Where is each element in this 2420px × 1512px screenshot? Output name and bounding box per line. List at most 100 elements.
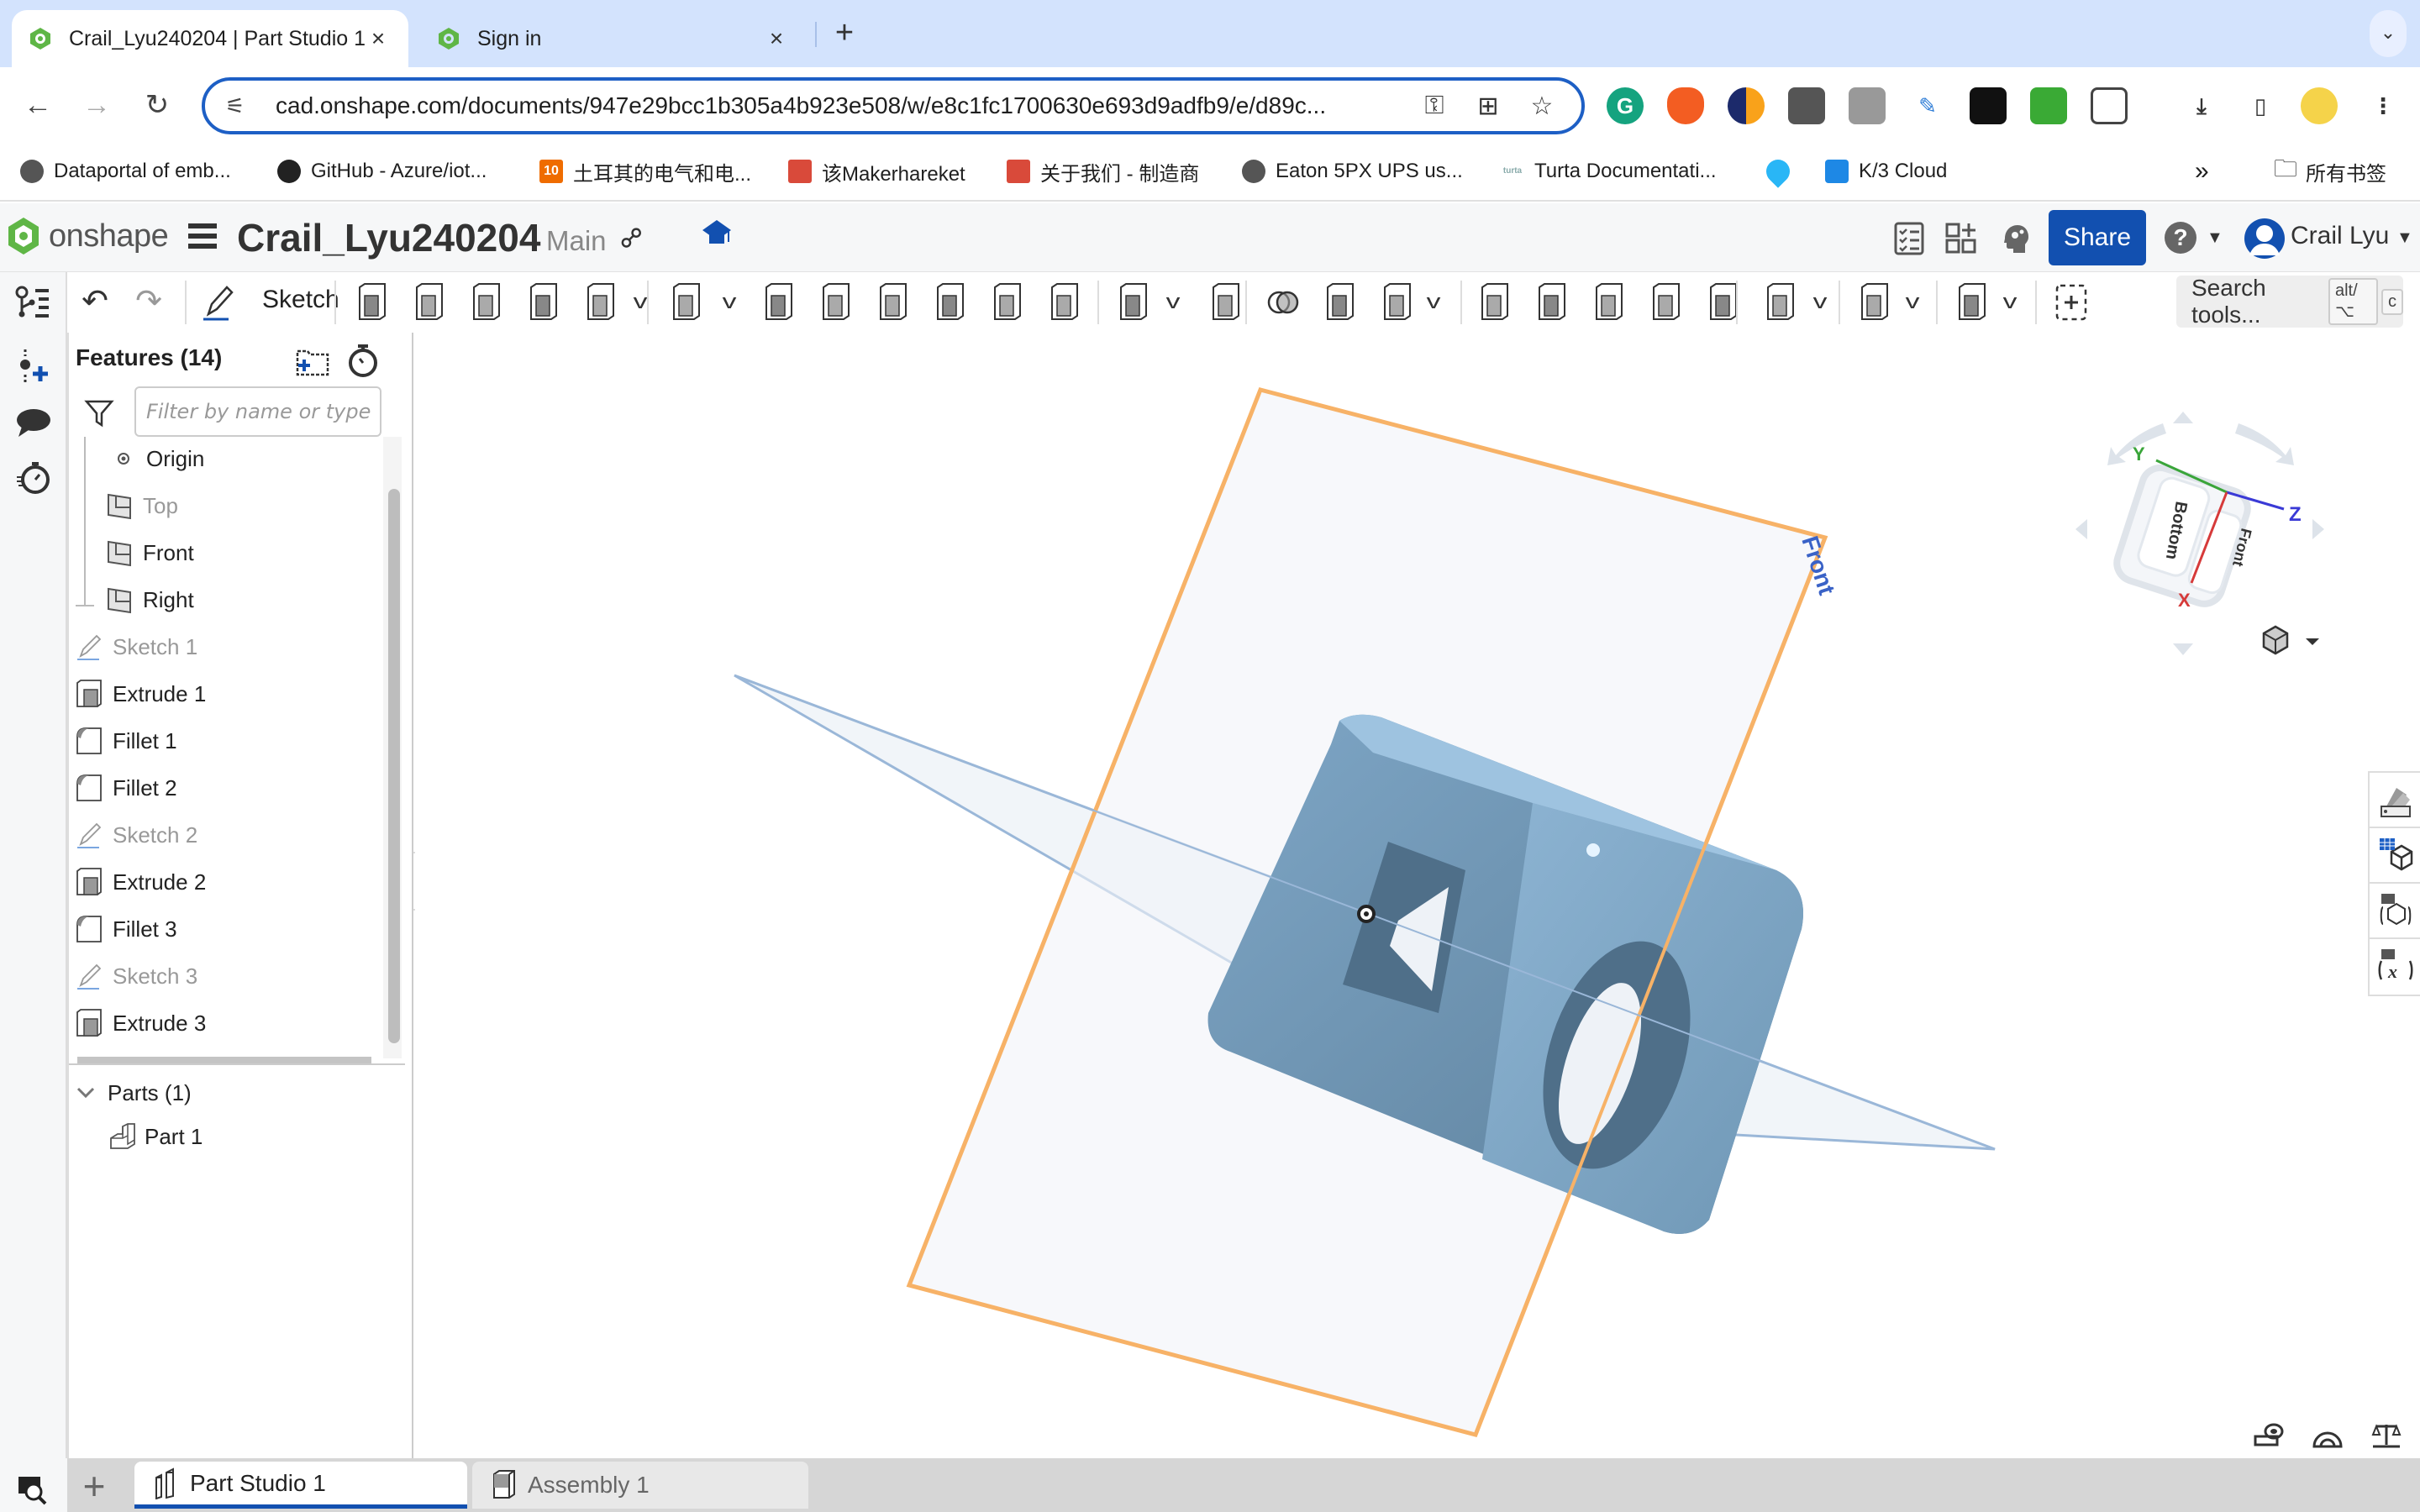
comments-icon[interactable] <box>15 405 52 442</box>
tool-dropdown-chevron-icon[interactable]: v <box>1427 291 1441 314</box>
rib-tool-icon[interactable] <box>874 282 913 323</box>
feature-filter-input[interactable] <box>134 386 381 437</box>
bookmark-star-icon[interactable]: ☆ <box>1523 92 1561 121</box>
bookmark-item[interactable]: Dataportal of emb... <box>20 155 231 188</box>
rotate-up-arrow-icon[interactable] <box>2173 412 2193 423</box>
tool-dropdown-chevron-icon[interactable]: v <box>1813 291 1828 314</box>
document-title[interactable]: Crail_Lyu240204 <box>237 215 540 260</box>
hole-tool-icon[interactable] <box>988 282 1027 323</box>
roll-cw-arrow-icon[interactable] <box>2235 423 2294 465</box>
address-bar[interactable]: ⚟ cad.onshape.com/documents/947e29bcc1b3… <box>202 77 1585 134</box>
chevron-down-icon[interactable] <box>76 1083 96 1103</box>
tool-dropdown-chevron-icon[interactable]: v <box>723 291 737 314</box>
shell-tool-icon[interactable] <box>931 282 970 323</box>
sheet-metal-tool-icon[interactable] <box>1953 282 1991 323</box>
feature-list-item[interactable]: Extrude 2 <box>76 860 206 904</box>
reload-icon[interactable]: ↻ <box>136 84 178 126</box>
undo-icon[interactable]: ↶ <box>76 282 114 323</box>
dark-reader-extension-icon[interactable] <box>1970 87 2007 124</box>
thread-tool-icon[interactable] <box>1045 282 1084 323</box>
add-tab-button[interactable]: + <box>77 1467 111 1505</box>
bookmark-item[interactable]: 该Makerhareket <box>788 155 965 188</box>
filter-funnel-icon[interactable] <box>84 398 114 428</box>
new-tab-button[interactable]: + <box>828 15 861 51</box>
workspace-branch[interactable]: Main <box>546 225 607 257</box>
add-folder-icon[interactable] <box>296 348 329 376</box>
protractor-icon[interactable] <box>2312 1421 2343 1450</box>
tab-part-studio-1[interactable]: Part Studio 1 <box>134 1462 467 1509</box>
variable-studio-icon[interactable] <box>2378 892 2413 927</box>
rotate-down-arrow-icon[interactable] <box>2173 643 2193 655</box>
translate-icon[interactable]: ⊞ <box>1469 92 1507 121</box>
help-dropdown-caret-icon[interactable]: ▼ <box>2207 228 2223 248</box>
onshape-logo[interactable]: onshape <box>7 217 169 255</box>
draft-tool-icon[interactable] <box>817 282 855 323</box>
document-extension-icon[interactable] <box>1849 87 1886 124</box>
feature-list-item[interactable]: Sketch 3 <box>76 954 197 998</box>
fox-extension-icon[interactable] <box>1667 87 1704 124</box>
bookmark-item[interactable] <box>1761 155 1800 188</box>
tool-dropdown-chevron-icon[interactable]: v <box>1166 291 1181 314</box>
move-face-tool-icon[interactable] <box>1647 282 1686 323</box>
sketch-button[interactable]: Sketch <box>262 286 339 314</box>
url-text[interactable]: cad.onshape.com/documents/947e29bcc1b305… <box>276 92 1400 119</box>
bookmark-item[interactable]: 关于我们 - 制造商 <box>1007 155 1199 188</box>
loft-tool-icon[interactable] <box>524 282 563 323</box>
user-avatar[interactable] <box>2244 215 2286 262</box>
tab-assembly-1[interactable]: Assembly 1 <box>472 1462 808 1509</box>
share-button[interactable]: Share <box>2049 210 2146 265</box>
mate-connector-offset-tool-icon[interactable] <box>1855 282 1894 323</box>
plane-tool-icon[interactable] <box>1761 282 1800 323</box>
ai-head-gear-icon[interactable] <box>1998 222 2032 255</box>
fillet-tool-icon[interactable] <box>667 282 706 323</box>
bookmark-item[interactable]: K/3 Cloud <box>1825 155 1947 188</box>
insert-mate-connector-icon[interactable] <box>15 348 52 385</box>
feature-list-item[interactable]: Fillet 3 <box>76 907 177 951</box>
bookmark-item[interactable]: Eaton 5PX UPS us... <box>1242 155 1463 188</box>
bookmark-item[interactable]: 10 土耳其的电气和电... <box>539 155 751 188</box>
document-menu-icon[interactable] <box>188 223 217 252</box>
feature-list-item[interactable]: Extrude 1 <box>76 672 206 716</box>
download-icon[interactable]: ⤓ <box>2183 87 2220 124</box>
chamfer-tool-icon[interactable] <box>760 282 798 323</box>
redo-icon[interactable]: ↷ <box>129 282 168 323</box>
profile-avatar[interactable] <box>2301 87 2338 124</box>
part-list-item[interactable]: Part 1 <box>109 1116 203 1158</box>
extrude-tool-icon[interactable] <box>353 282 392 323</box>
sheets-extension-icon[interactable] <box>2030 87 2067 124</box>
delete-face-tool-icon[interactable] <box>1590 282 1628 323</box>
sync-extension-icon[interactable] <box>1728 87 1765 124</box>
user-menu-caret-icon[interactable]: ▼ <box>2396 228 2413 248</box>
feature-list-scrollbar-thumb[interactable] <box>388 489 400 1043</box>
bookmarks-overflow-button[interactable]: » <box>2195 155 2209 188</box>
split-tool-icon[interactable] <box>1321 282 1360 323</box>
close-tab-icon[interactable]: × <box>763 25 790 52</box>
rollback-stopwatch-icon[interactable] <box>346 343 380 378</box>
feature-list-item[interactable]: Fillet 1 <box>76 719 177 763</box>
tasks-checklist-icon[interactable] <box>1892 222 1926 255</box>
link-icon[interactable]: ⚯ <box>612 218 652 259</box>
pattern-tool-icon[interactable] <box>1114 282 1153 323</box>
feature-list-toggle[interactable] <box>0 272 67 333</box>
feature-list-item[interactable]: Fillet 2 <box>76 766 177 810</box>
feature-list-item[interactable]: Origin <box>109 437 204 480</box>
password-key-icon[interactable]: ⚿ <box>1415 92 1454 120</box>
feature-list-hscrollbar[interactable] <box>77 1057 371 1063</box>
feature-list-item[interactable]: Top <box>106 484 178 528</box>
feature-list-item[interactable]: Front <box>106 531 194 575</box>
feature-list-item[interactable]: Right <box>106 578 194 622</box>
rotate-right-arrow-icon[interactable] <box>2312 519 2324 539</box>
learning-center-icon[interactable] <box>701 218 733 255</box>
view-options-cube-icon[interactable] <box>2262 625 2319 655</box>
browser-menu-icon[interactable]: ⋮ <box>2365 87 2402 124</box>
feature-list-item[interactable]: Extrude 3 <box>76 1001 206 1045</box>
delete-part-tool-icon[interactable] <box>1476 282 1514 323</box>
browser-tab-onshape[interactable]: Crail_Lyu240204 | Part Studio 1 × <box>12 10 408 67</box>
modify-fillet-tool-icon[interactable] <box>1533 282 1571 323</box>
measure-tape-icon[interactable] <box>2254 1421 2284 1450</box>
appearance-swatch-icon[interactable] <box>2378 783 2413 818</box>
all-bookmarks-button[interactable]: 🗀 所有书签 <box>2274 155 2386 188</box>
add-custom-feature-tool-icon[interactable] <box>2052 282 2091 323</box>
performance-stopwatch-icon[interactable] <box>15 459 52 496</box>
bookmark-item[interactable]: turta Turta Documentati... <box>1501 155 1717 188</box>
